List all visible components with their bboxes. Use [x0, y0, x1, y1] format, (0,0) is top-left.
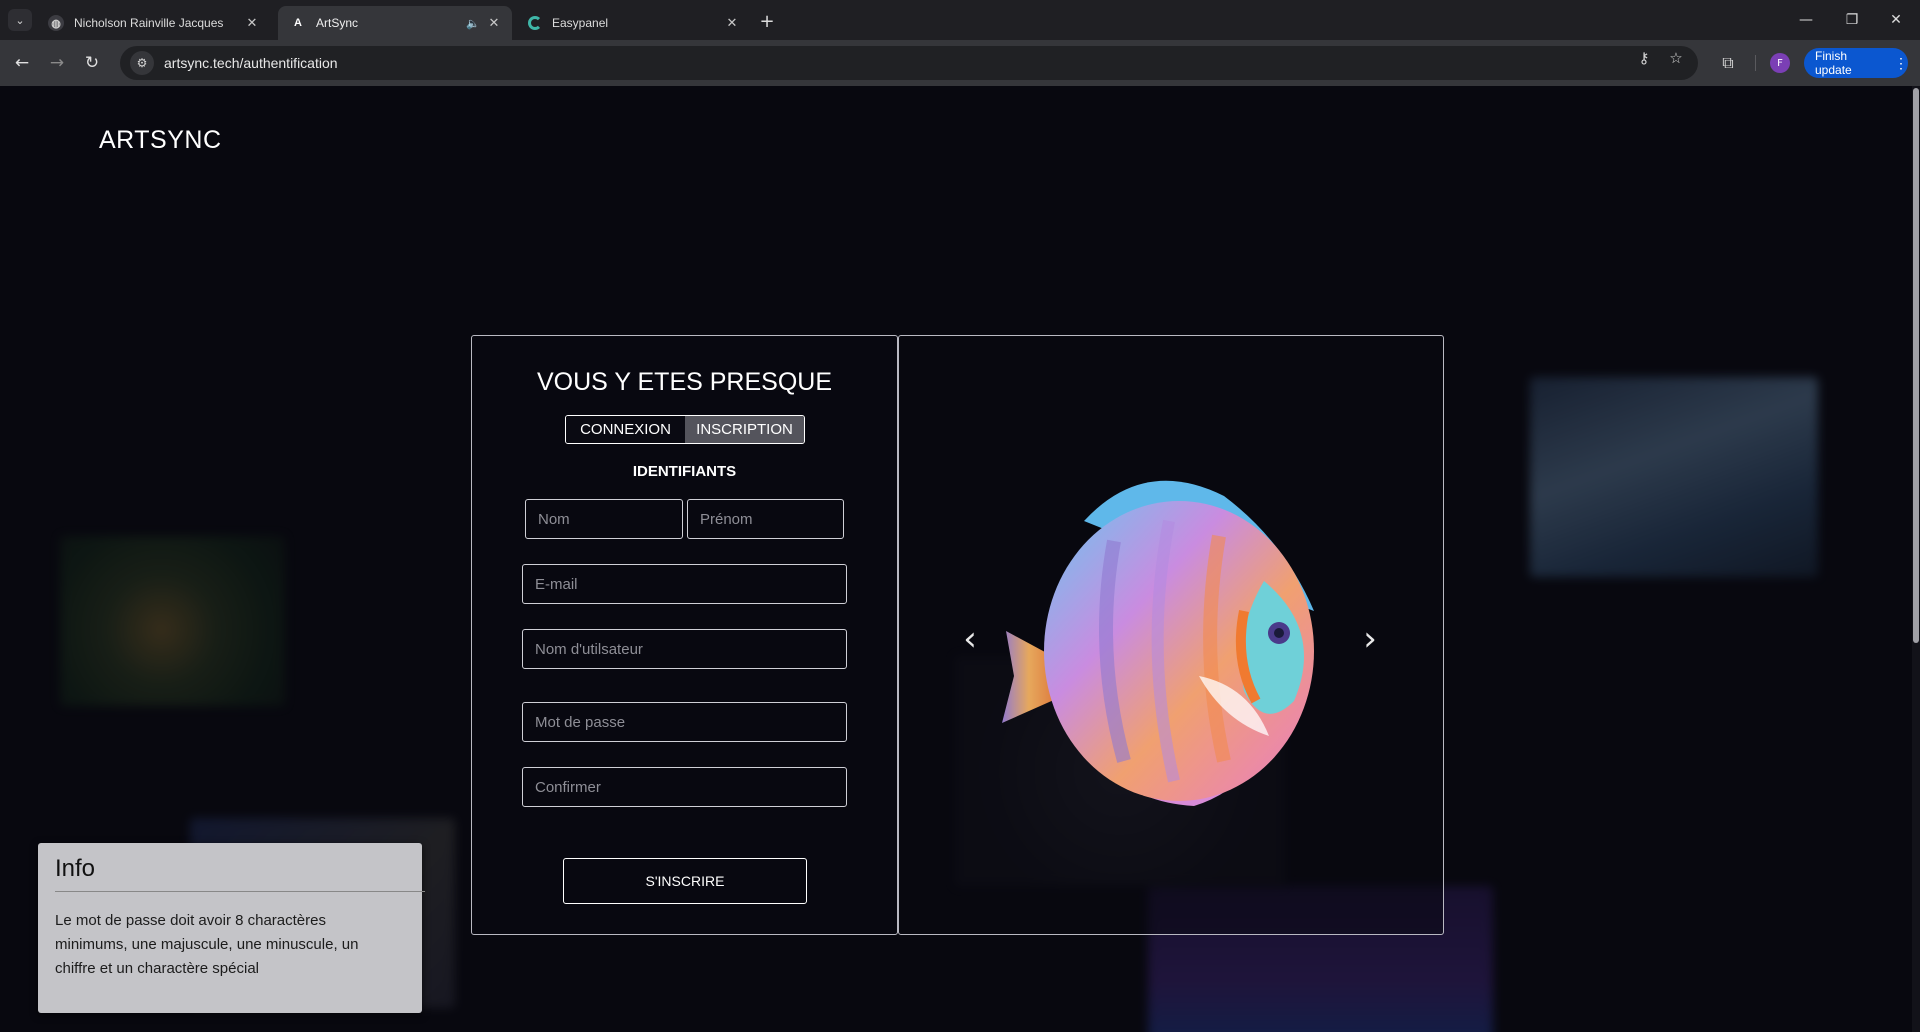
site-info-icon[interactable]: ⚙ [130, 51, 154, 75]
new-tab-icon[interactable]: + [756, 10, 778, 32]
background-artwork [60, 536, 285, 706]
profile-avatar[interactable]: F [1770, 53, 1790, 73]
artsync-favicon-icon: A [294, 17, 302, 29]
identifiants-heading: IDENTIFIANTS [632, 463, 737, 480]
chevron-left-icon[interactable]: ‹ [955, 619, 985, 659]
browser-toolbar: ← → ↻ ⚙ artsync.tech/authentification ⚷ … [0, 40, 1920, 86]
info-text: Le mot de passe doit avoir 8 charactères… [55, 912, 359, 977]
tab-easypanel[interactable]: Easypanel ✕ [516, 6, 750, 40]
password-field[interactable] [522, 702, 847, 742]
speaker-icon[interactable]: 🔈 [466, 17, 480, 30]
tab-title: Easypanel [552, 16, 609, 30]
chevron-right-icon[interactable]: › [1355, 619, 1385, 659]
auth-mode-toggle: CONNEXION INSCRIPTION [565, 415, 805, 444]
extensions-puzzle-icon[interactable]: ⧉ [1716, 51, 1740, 75]
tab-search-icon[interactable]: ⌄ [8, 9, 32, 31]
confirm-password-field[interactable] [522, 767, 847, 807]
page-scrollbar[interactable] [1912, 86, 1920, 1032]
inscription-tab[interactable]: INSCRIPTION [685, 416, 804, 443]
signup-submit-button[interactable]: S'INSCRIRE [563, 858, 807, 904]
close-tab-icon[interactable]: ✕ [486, 15, 502, 31]
email-field[interactable] [522, 564, 847, 604]
toolbar-divider [1755, 55, 1756, 71]
window-close-icon[interactable]: ✕ [1876, 8, 1916, 32]
forward-icon[interactable]: → [45, 51, 69, 75]
address-bar[interactable]: ⚙ artsync.tech/authentification [120, 46, 1698, 80]
password-key-icon[interactable]: ⚷ [1633, 47, 1655, 69]
browser-tab-bar: ⌄ ◍ Nicholson Rainville Jacques ✕ A ArtS… [0, 0, 1920, 40]
info-divider [55, 891, 425, 892]
scrollbar-thumb[interactable] [1913, 88, 1919, 643]
back-icon[interactable]: ← [10, 51, 34, 75]
restore-icon[interactable]: ❐ [1832, 8, 1872, 32]
minimize-icon[interactable]: — [1786, 8, 1826, 32]
password-info-box: Info Le mot de passe doit avoir 8 charac… [38, 843, 425, 1013]
artwork-carousel: ‹ › [898, 335, 1444, 935]
bookmark-star-icon[interactable]: ☆ [1665, 47, 1687, 69]
finish-update-label: Finish update [1815, 49, 1852, 77]
url-text[interactable]: artsync.tech/authentification [164, 55, 338, 71]
site-logo[interactable]: ARTSYNC [99, 126, 222, 155]
fish-artwork-image [1002, 480, 1314, 806]
tab-nicholson[interactable]: ◍ Nicholson Rainville Jacques ✕ [36, 6, 270, 40]
prenom-field[interactable] [687, 499, 844, 539]
tab-title: Nicholson Rainville Jacques [74, 16, 224, 30]
finish-update-button[interactable]: Finish update ⋮ [1804, 48, 1908, 78]
reload-icon[interactable]: ↻ [80, 51, 104, 75]
form-title: VOUS Y ETES PRESQUE [536, 368, 832, 396]
username-field[interactable] [522, 629, 847, 669]
signup-form-card: VOUS Y ETES PRESQUE CONNEXION INSCRIPTIO… [471, 335, 898, 935]
fish-pupil-shape [1274, 628, 1284, 638]
globe-icon: ◍ [48, 15, 64, 31]
page-content: ARTSYNC VOUS Y ETES PRESQUE CONNEXION IN… [0, 86, 1920, 1032]
nom-field[interactable] [525, 499, 683, 539]
background-artwork [1530, 377, 1818, 577]
info-title: Info [55, 855, 96, 882]
more-menu-icon[interactable]: ⋮ [1894, 55, 1908, 72]
close-tab-icon[interactable]: ✕ [724, 15, 740, 31]
tab-artsync[interactable]: A ArtSync 🔈 ✕ [278, 6, 512, 40]
tab-title: ArtSync [316, 16, 359, 30]
easypanel-favicon-icon [528, 16, 542, 30]
connexion-tab[interactable]: CONNEXION [566, 416, 685, 443]
close-tab-icon[interactable]: ✕ [244, 15, 260, 31]
